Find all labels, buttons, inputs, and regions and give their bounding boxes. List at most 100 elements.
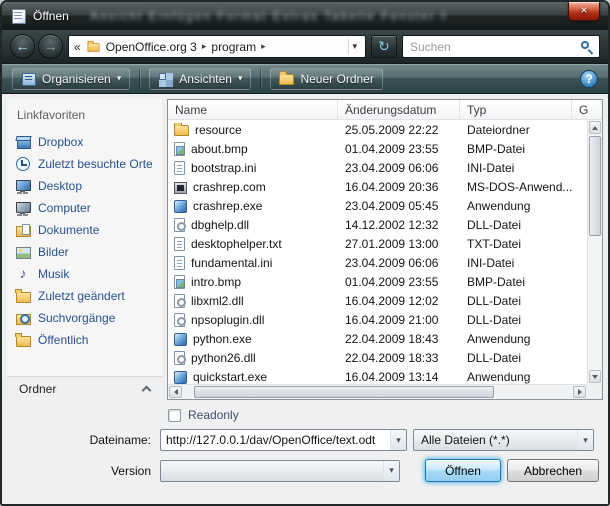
sidebar-item-desktop[interactable]: Desktop [7, 175, 162, 197]
table-row[interactable]: bootstrap.ini 23.04.2009 06:06 INI-Datei [168, 158, 587, 177]
breadcrumb-separator-icon[interactable]: ▸ [261, 41, 266, 52]
filename-dropdown-icon[interactable]: ▾ [390, 430, 406, 450]
open-button-label: Öffnen [445, 464, 481, 478]
sidebar-item-recently-changed[interactable]: Zuletzt geändert [7, 285, 162, 307]
refresh-button[interactable]: ↻ [371, 35, 397, 58]
table-row[interactable]: crashrep.com 16.04.2009 20:36 MS-DOS-Anw… [168, 177, 587, 196]
sidebar-item-documents[interactable]: Dokumente [7, 219, 162, 241]
window-title: Öffnen [33, 9, 69, 23]
file-rows: resource 25.05.2009 22:22 Dateiordner ab… [168, 120, 587, 384]
forward-arrow-icon: → [44, 38, 58, 54]
views-button[interactable]: Ansichten ▾ [149, 68, 251, 90]
scroll-down-button[interactable] [589, 370, 601, 383]
column-header-type[interactable]: Typ [460, 100, 572, 119]
command-toolbar: Organisieren ▾ Ansichten ▾ Neuer Ordner … [2, 64, 608, 94]
application-icon [174, 333, 187, 346]
scroll-right-button[interactable] [573, 386, 586, 398]
file-date: 14.12.2002 12:32 [338, 218, 460, 232]
sidebar-item-dropbox[interactable]: Dropbox [7, 131, 162, 153]
dropbox-icon [15, 134, 31, 150]
vertical-scrollbar[interactable] [587, 120, 602, 384]
table-row[interactable]: crashrep.exe 23.04.2009 05:45 Anwendung [168, 196, 587, 215]
dll-file-icon [174, 351, 185, 365]
computer-icon [15, 200, 31, 216]
file-date: 22.04.2009 18:43 [338, 332, 460, 346]
chevron-up-icon [142, 385, 152, 395]
filetype-dropdown-icon: ▾ [577, 430, 593, 450]
breadcrumb-item-program[interactable]: program [211, 40, 256, 54]
readonly-label: Readonly [188, 408, 239, 422]
title-bar[interactable]: Öffnen Ansicht Einfügen Format Extras Ta… [2, 2, 608, 30]
sidebar-item-music[interactable]: ♪ Musik [7, 263, 162, 285]
table-row[interactable]: fundamental.ini 23.04.2009 06:06 INI-Dat… [168, 253, 587, 272]
sidebar-item-label: Computer [38, 201, 91, 215]
table-row[interactable]: dbghelp.dll 14.12.2002 12:32 DLL-Datei [168, 215, 587, 234]
sidebar-item-recent-places[interactable]: Zuletzt besuchte Orte [7, 153, 162, 175]
table-row[interactable]: desktophelper.txt 27.01.2009 13:00 TXT-D… [168, 234, 587, 253]
search-input[interactable] [410, 40, 575, 54]
folders-bar[interactable]: Ordner [7, 376, 162, 400]
sidebar-item-computer[interactable]: Computer [7, 197, 162, 219]
close-button[interactable]: × [568, 2, 600, 21]
application-icon [174, 371, 187, 384]
file-type: DLL-Datei [460, 313, 572, 327]
filename-label: Dateiname: [2, 433, 160, 447]
file-date: 16.04.2009 12:02 [338, 294, 460, 308]
scroll-left-button[interactable] [169, 386, 182, 398]
ini-file-icon [174, 256, 185, 270]
new-folder-icon [279, 74, 294, 85]
bmp-file-icon [174, 142, 185, 156]
sidebar-item-public[interactable]: Öffentlich [7, 329, 162, 351]
public-icon [15, 332, 31, 348]
breadcrumb-item-openoffice[interactable]: OpenOffice.org 3 [106, 40, 197, 54]
txt-file-icon [174, 237, 185, 251]
file-type: Dateiordner [460, 123, 572, 137]
column-header-modified[interactable]: Änderungsdatum [338, 100, 460, 119]
search-box[interactable] [402, 35, 600, 58]
favorites-header: Linkfavoriten [7, 105, 162, 131]
readonly-checkbox[interactable] [168, 409, 181, 422]
breadcrumb-separator-icon[interactable]: ▸ [202, 41, 207, 52]
version-select[interactable]: ▾ [160, 460, 400, 482]
organize-icon [21, 72, 36, 86]
table-row[interactable]: quickstart.exe 16.04.2009 13:14 Anwendun… [168, 367, 587, 384]
table-row[interactable]: intro.bmp 01.04.2009 23:55 BMP-Datei [168, 272, 587, 291]
open-button[interactable]: Öffnen [425, 459, 501, 482]
breadcrumb-collapsed-chevrons[interactable]: « [74, 40, 81, 54]
table-row[interactable]: python26.dll 22.04.2009 18:33 DLL-Datei [168, 348, 587, 367]
filetype-select[interactable]: Alle Dateien (*.*) ▾ [413, 429, 594, 451]
sidebar-item-pictures[interactable]: Bilder [7, 241, 162, 263]
back-button[interactable]: ← [10, 34, 35, 59]
music-icon: ♪ [15, 266, 31, 282]
table-row[interactable]: python.exe 22.04.2009 18:43 Anwendung [168, 329, 587, 348]
horizontal-scroll-thumb[interactable] [194, 386, 494, 398]
vertical-scroll-thumb[interactable] [589, 136, 601, 236]
table-row[interactable]: about.bmp 01.04.2009 23:55 BMP-Datei [168, 139, 587, 158]
organize-button[interactable]: Organisieren ▾ [12, 68, 130, 90]
address-dropdown-icon[interactable]: ▾ [348, 39, 360, 54]
application-icon [174, 200, 187, 213]
file-date: 25.05.2009 22:22 [338, 123, 460, 137]
column-header-size[interactable]: G [572, 100, 602, 119]
filename-combobox[interactable]: ▾ [160, 429, 407, 451]
help-button[interactable]: ? [580, 70, 598, 88]
file-list: Name Änderungsdatum Typ G resource 25.05… [167, 99, 603, 400]
cancel-button[interactable]: Abbrechen [507, 459, 599, 482]
filename-input[interactable] [161, 430, 390, 450]
column-header-name[interactable]: Name [168, 100, 338, 119]
horizontal-scrollbar[interactable] [168, 384, 587, 399]
version-value [161, 461, 168, 481]
ini-file-icon [174, 161, 185, 175]
sidebar-item-searches[interactable]: Suchvorgänge [7, 307, 162, 329]
forward-button[interactable]: → [38, 34, 63, 59]
scroll-up-button[interactable] [589, 121, 601, 134]
file-type: Anwendung [460, 332, 572, 346]
new-folder-button[interactable]: Neuer Ordner [270, 68, 382, 90]
table-row[interactable]: resource 25.05.2009 22:22 Dateiordner [168, 120, 587, 139]
table-row[interactable]: libxml2.dll 16.04.2009 12:02 DLL-Datei [168, 291, 587, 310]
table-row[interactable]: npsoplugin.dll 16.04.2009 21:00 DLL-Date… [168, 310, 587, 329]
breadcrumb[interactable]: « OpenOffice.org 3 ▸ program ▸ ▾ [68, 35, 366, 58]
file-type: Anwendung [460, 370, 572, 384]
file-type: MS-DOS-Anwend... [460, 180, 572, 194]
file-date: 01.04.2009 23:55 [338, 275, 460, 289]
